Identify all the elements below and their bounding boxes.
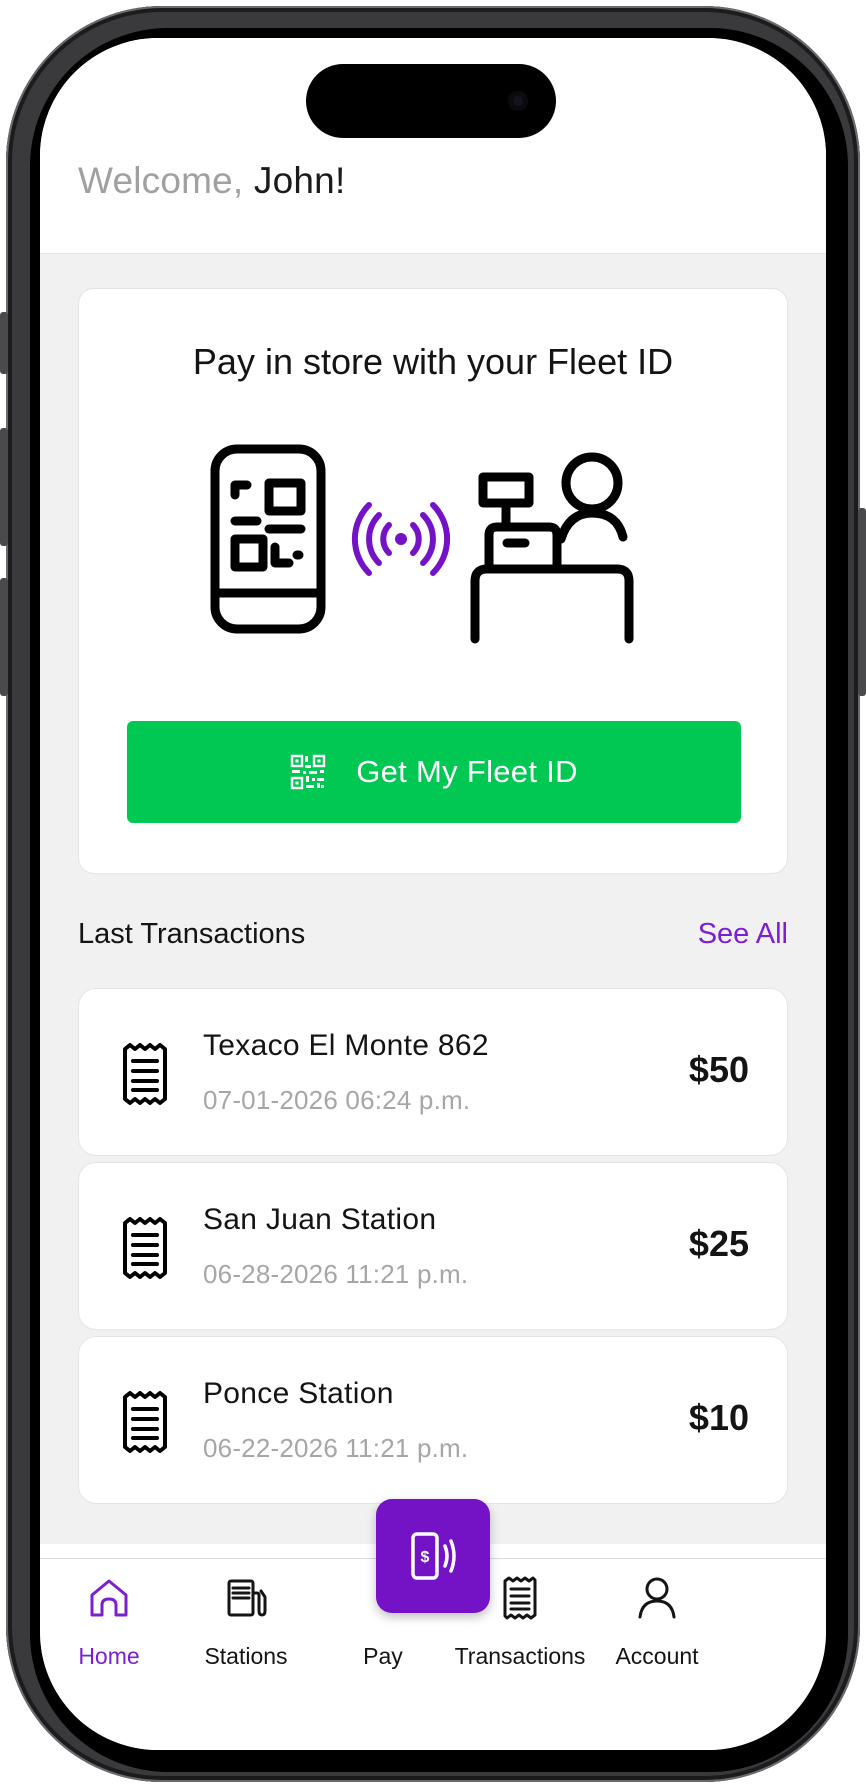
transaction-amount: $25 [688,1223,749,1264]
pay-in-store-card: Pay in store with your Fleet ID Get My F… [78,288,788,874]
qr-code-icon [291,754,326,790]
phone-pay-icon: $ [411,1532,456,1580]
nav-label-transactions: Transactions [454,1643,586,1669]
transaction-date: 06-28-2026 11:21 p.m. [203,1259,469,1289]
svg-text:$: $ [421,1549,430,1566]
home-icon [90,1579,128,1617]
volume-up-button [0,428,8,546]
cashier-icon [470,452,634,644]
get-fleet-id-label: Get My Fleet ID [356,754,578,789]
pay-card-title: Pay in store with your Fleet ID [192,341,674,382]
receipt-icon [123,1043,167,1105]
transaction-item[interactable]: Ponce Station 06-22-2026 11:21 p.m. $10 [78,1336,788,1504]
pay-illustration [210,444,634,644]
transaction-date: 07-01-2026 06:24 p.m. [203,1085,471,1115]
nav-label-home: Home [78,1643,140,1669]
main-content[interactable]: Pay in store with your Fleet ID Get My F… [40,254,826,1544]
nav-item-home[interactable]: Home [40,1575,188,1685]
transaction-station: Ponce Station [203,1377,394,1410]
power-button [858,508,866,696]
transactions-header: Last Transactions See All [78,912,788,962]
front-camera [508,91,528,111]
user-name: John! [253,160,346,201]
get-fleet-id-button[interactable]: Get My Fleet ID [127,721,741,823]
transaction-amount: $10 [688,1397,749,1438]
mute-switch [0,312,8,374]
transaction-item[interactable]: San Juan Station 06-28-2026 11:21 p.m. $… [78,1162,788,1330]
transaction-item[interactable]: Texaco El Monte 862 07-01-2026 06:24 p.m… [78,988,788,1156]
app-screen: Welcome, John! Pay in store with your Fl… [40,38,826,1750]
dynamic-island [306,64,556,138]
user-icon [638,1577,676,1619]
receipt-icon [503,1576,537,1620]
welcome-message: Welcome, John! [78,160,345,202]
see-all-link[interactable]: See All [698,918,788,951]
nav-item-stations[interactable]: Stations [167,1575,325,1685]
last-transactions-title: Last Transactions [78,918,306,950]
transaction-amount: $50 [688,1049,749,1090]
transaction-station: San Juan Station [203,1203,437,1236]
fuel-pump-icon [227,1579,267,1617]
receipt-icon [123,1391,167,1453]
welcome-greeting: Welcome, [78,160,244,201]
pay-fab-button[interactable]: $ [376,1499,490,1613]
nav-label-pay: Pay [363,1643,403,1669]
transaction-date: 06-22-2026 11:21 p.m. [203,1433,469,1463]
nav-label-account: Account [615,1643,699,1669]
phone-qr-icon [210,444,326,634]
receipt-icon [123,1217,167,1279]
nav-item-account[interactable]: Account [578,1575,736,1685]
volume-down-button [0,578,8,696]
transaction-station: Texaco El Monte 862 [203,1029,489,1062]
nfc-signal-icon [351,502,451,576]
nav-label-stations: Stations [204,1643,288,1669]
